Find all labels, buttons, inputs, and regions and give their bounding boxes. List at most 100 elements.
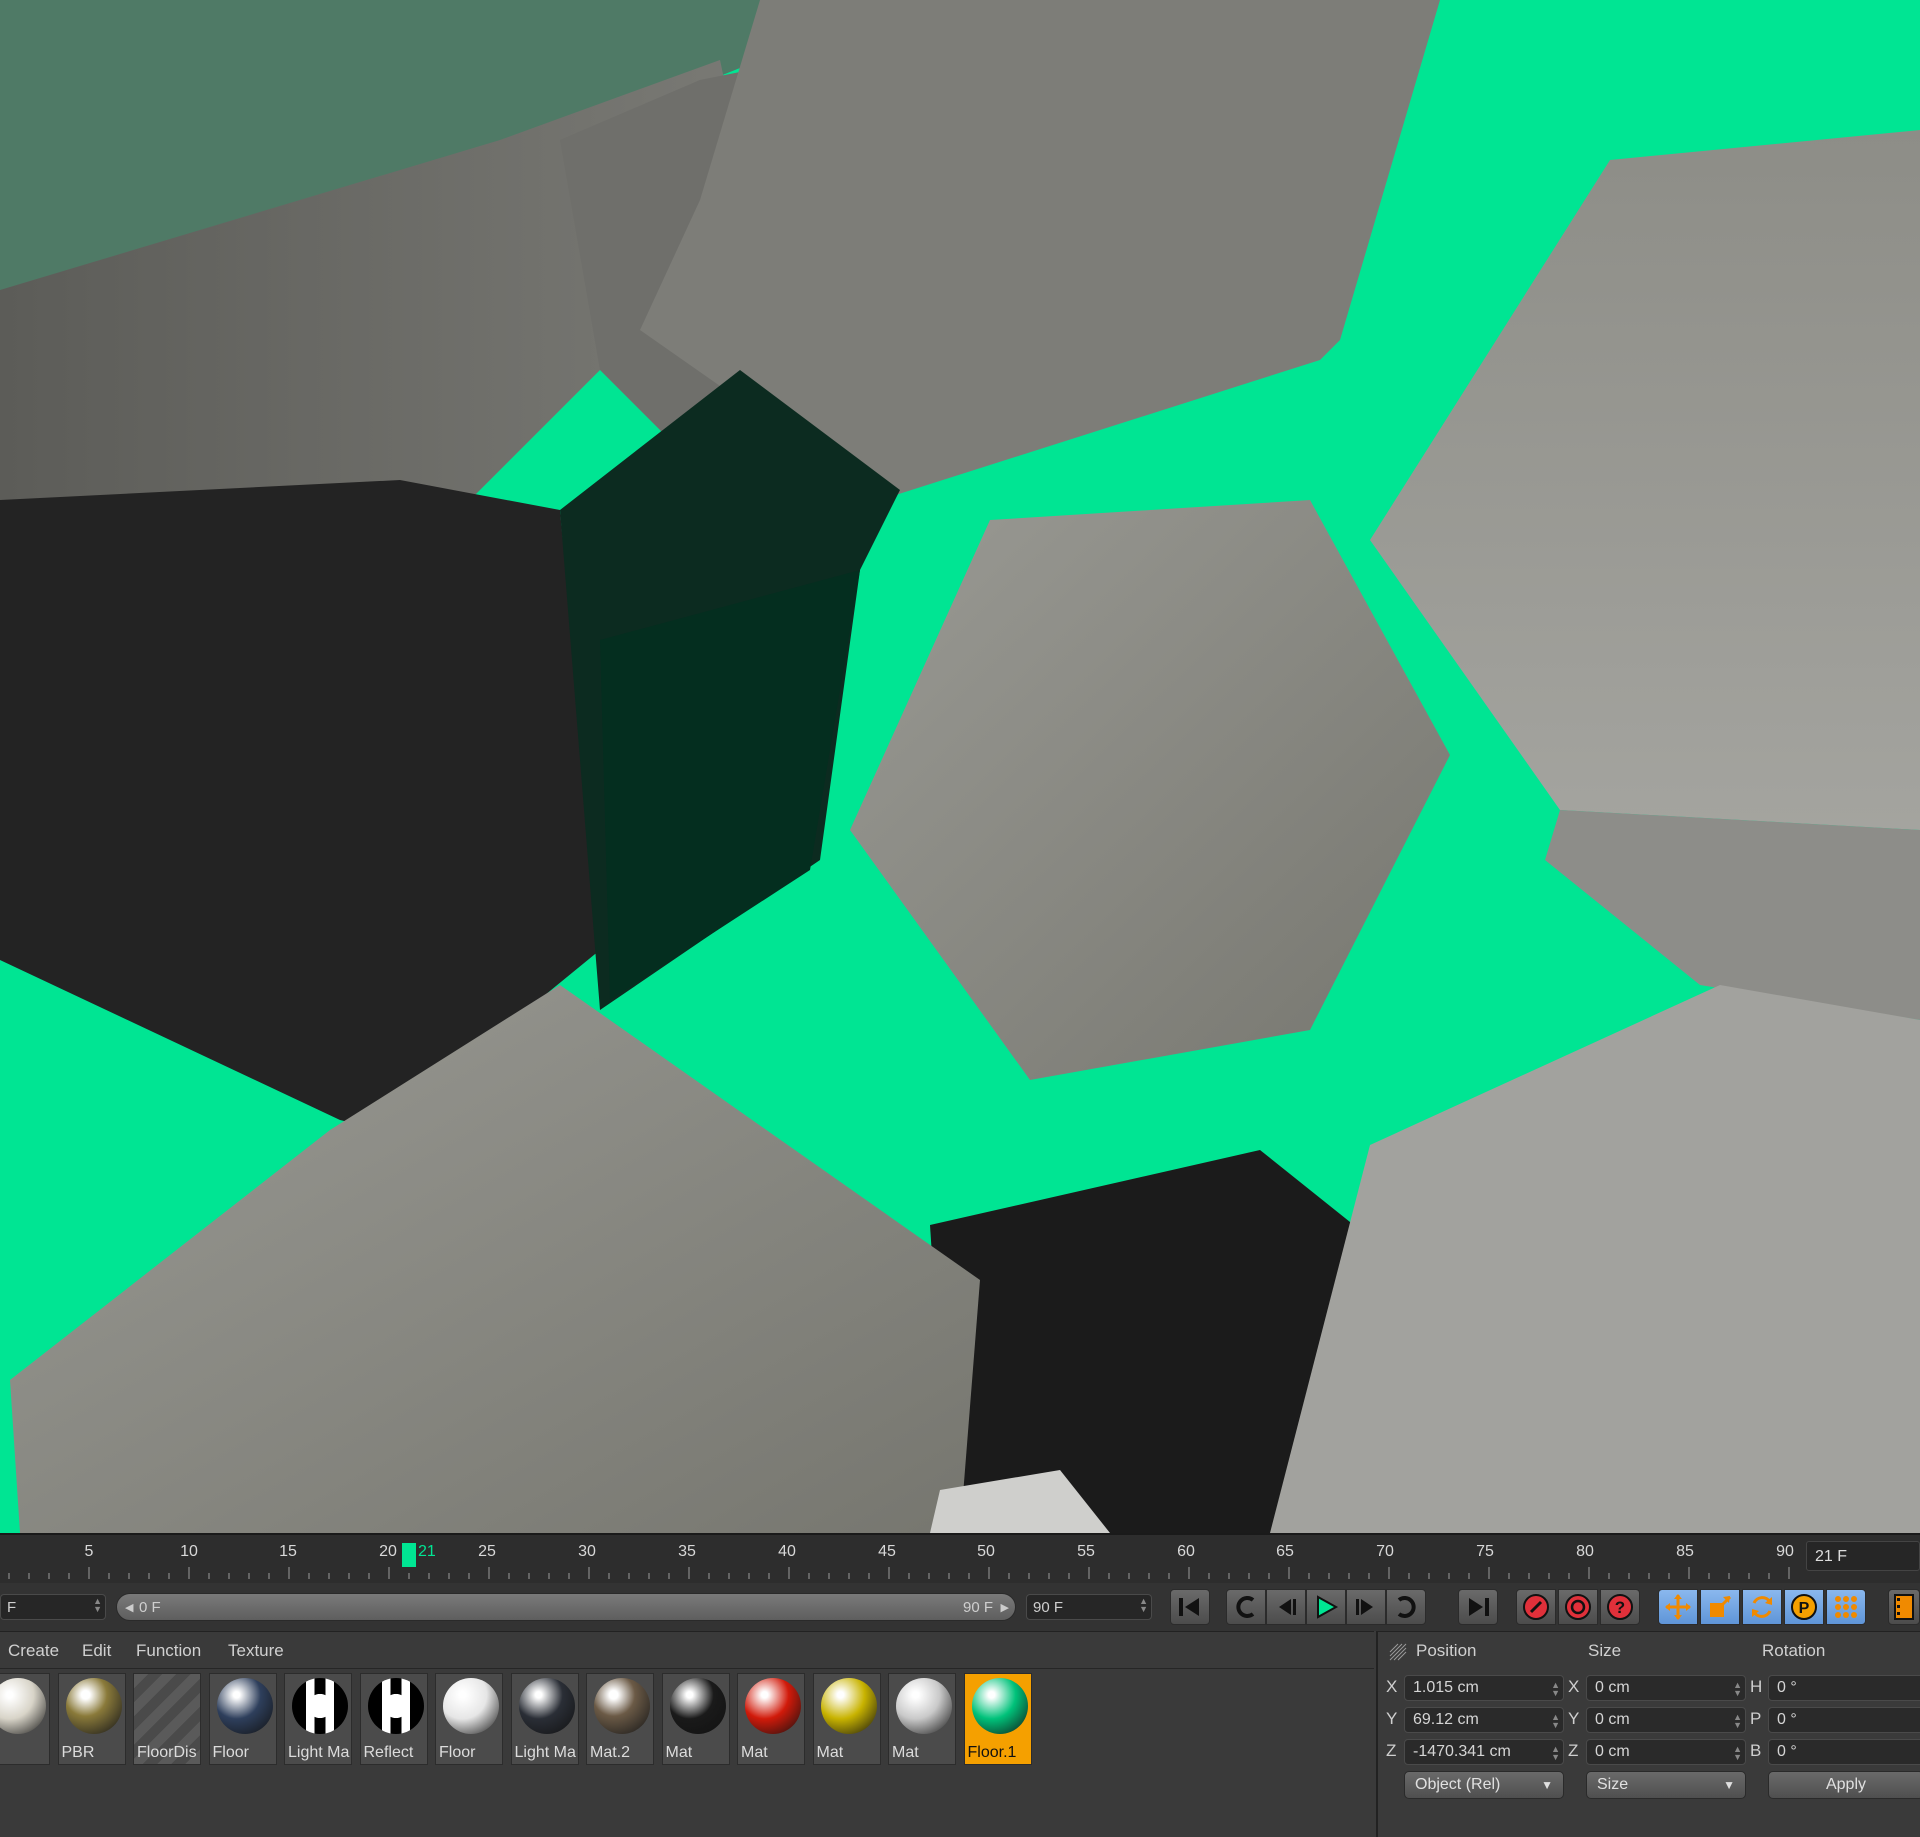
position-header: Position <box>1416 1641 1477 1660</box>
timeline-tick-label: 55 <box>1077 1543 1095 1560</box>
goto-end-button[interactable] <box>1458 1589 1498 1625</box>
bottom-right-block <box>1270 985 1920 1533</box>
current-frame-field[interactable]: 21 F <box>1806 1541 1920 1571</box>
rotation-track-button[interactable] <box>1742 1589 1782 1625</box>
material-label: FloorDis <box>137 1744 197 1761</box>
end-frame-field[interactable]: 90 F ▲ ▼ <box>1026 1594 1152 1620</box>
prev-key-button[interactable] <box>1226 1589 1266 1625</box>
start-frame-field[interactable]: F ▲ ▼ <box>0 1594 106 1620</box>
chevron-down-icon: ▼ <box>1723 1778 1735 1792</box>
next-frame-button[interactable] <box>1346 1589 1386 1625</box>
play-button[interactable] <box>1306 1589 1346 1625</box>
timeline-tick-label: 35 <box>678 1543 696 1560</box>
coordinate-mode-value: Object (Rel) <box>1415 1776 1501 1793</box>
position-z-field[interactable]: -1470.341 cm ▲ ▼ <box>1404 1739 1564 1765</box>
material-swatch[interactable]: Mat <box>812 1673 881 1765</box>
range-end-label: 90 F <box>962 1599 993 1616</box>
frame-range-slider[interactable]: ◀ 0 F 90 F ▶ <box>116 1593 1016 1621</box>
material-swatch[interactable]: Light Ma <box>510 1673 579 1765</box>
material-swatch[interactable]: Mat.2 <box>586 1673 654 1765</box>
menu-texture[interactable]: Texture <box>228 1641 284 1661</box>
size-mode-dropdown[interactable]: Size ▼ <box>1586 1771 1746 1799</box>
position-track-button[interactable] <box>1658 1589 1698 1625</box>
position-z-spinner[interactable]: ▲ ▼ <box>1551 1745 1560 1762</box>
prev-frame-button[interactable] <box>1266 1589 1306 1625</box>
grip-icon <box>1389 1643 1407 1661</box>
menu-function[interactable]: Function <box>136 1641 201 1661</box>
start-frame-value: F <box>7 1599 17 1616</box>
prev-frame-icon <box>1279 1599 1296 1615</box>
size-z-label: Z <box>1568 1741 1579 1760</box>
next-key-icon <box>1397 1596 1416 1618</box>
apply-button[interactable]: Apply <box>1768 1771 1920 1799</box>
range-left-arrow[interactable]: ◀ <box>125 1601 133 1614</box>
material-label: Mat <box>816 1744 844 1761</box>
scale-track-button[interactable] <box>1700 1589 1740 1625</box>
material-preview-sphere <box>292 1678 348 1734</box>
next-key-button[interactable] <box>1386 1589 1426 1625</box>
rotation-p-field[interactable]: 0 ° <box>1768 1707 1920 1733</box>
playhead[interactable] <box>402 1543 416 1567</box>
rotation-b-field[interactable]: 0 ° <box>1768 1739 1920 1765</box>
material-preview-sphere <box>896 1678 952 1734</box>
coordinate-mode-dropdown[interactable]: Object (Rel) ▼ <box>1404 1771 1564 1799</box>
timeline-ruler[interactable]: 5 10 15 20 25 30 35 40 45 50 55 60 65 70 75 80 85 90 <box>0 1535 1800 1585</box>
end-frame-spinner[interactable]: ▲ ▼ <box>1139 1597 1148 1614</box>
material-swatch[interactable]: FloorDis <box>133 1673 201 1765</box>
material-preview-sphere <box>745 1678 801 1734</box>
bottom-left-hexagon <box>10 985 980 1533</box>
point-level-button[interactable] <box>1826 1589 1866 1625</box>
material-swatch[interactable]: Mat <box>888 1673 956 1765</box>
material-swatch[interactable]: .1 <box>0 1673 50 1765</box>
menu-edit[interactable]: Edit <box>82 1641 111 1661</box>
rotation-p-value: 0 ° <box>1777 1711 1797 1728</box>
position-y-spinner[interactable]: ▲ ▼ <box>1551 1713 1560 1730</box>
size-z-spinner[interactable]: ▲ ▼ <box>1733 1745 1742 1762</box>
record-keys-button[interactable] <box>1516 1589 1556 1625</box>
viewport-3d[interactable] <box>0 0 1920 1533</box>
material-preview-sphere <box>971 1678 1028 1734</box>
autokey-button[interactable] <box>1558 1589 1598 1625</box>
parameter-track-button[interactable]: P <box>1784 1589 1824 1625</box>
timeline-tick-label: 70 <box>1376 1543 1394 1560</box>
rotation-h-field[interactable]: 0 ° <box>1768 1675 1920 1701</box>
material-swatch[interactable]: Mat <box>737 1673 805 1765</box>
right-hexagon <box>1370 130 1920 830</box>
material-swatch[interactable]: PBR <box>57 1673 126 1765</box>
size-z-field[interactable]: 0 cm ▲ ▼ <box>1586 1739 1746 1765</box>
ruler-ticks <box>8 1567 1790 1579</box>
play-icon <box>1317 1595 1339 1619</box>
goto-start-button[interactable] <box>1170 1589 1210 1625</box>
size-x-field[interactable]: 0 cm ▲ ▼ <box>1586 1675 1746 1701</box>
timeline-tick-label: 10 <box>180 1543 198 1560</box>
timeline-tick-label: 45 <box>878 1543 896 1560</box>
question-icon: ? <box>1607 1594 1633 1620</box>
timeline-window-button[interactable] <box>1888 1589 1920 1625</box>
material-swatch[interactable]: Floor <box>435 1673 503 1765</box>
material-label: Mat <box>892 1744 919 1761</box>
timeline[interactable]: 5 10 15 20 25 30 35 40 45 50 55 60 65 70 75 80 85 90 21 2… <box>0 1533 1920 1585</box>
size-y-field[interactable]: 0 cm ▲ ▼ <box>1586 1707 1746 1733</box>
start-frame-spinner[interactable]: ▲ ▼ <box>93 1597 102 1614</box>
prev-key-icon <box>1236 1596 1255 1618</box>
material-swatch[interactable]: Floor.1 <box>963 1673 1032 1765</box>
range-right-arrow[interactable]: ▶ <box>1001 1601 1009 1614</box>
rotation-p-label: P <box>1750 1709 1762 1728</box>
position-y-field[interactable]: 69.12 cm ▲ ▼ <box>1404 1707 1564 1733</box>
size-x-spinner[interactable]: ▲ ▼ <box>1733 1681 1742 1698</box>
material-swatch[interactable]: Reflect <box>359 1673 428 1765</box>
timeline-tick-label: 15 <box>279 1543 297 1560</box>
material-swatch[interactable]: Mat <box>661 1673 730 1765</box>
timeline-tick-label: 75 <box>1476 1543 1494 1560</box>
size-y-spinner[interactable]: ▲ ▼ <box>1733 1713 1742 1730</box>
material-swatch[interactable]: Floor <box>208 1673 277 1765</box>
material-preview-sphere <box>594 1678 650 1734</box>
timeline-tick-label: 20 <box>379 1543 397 1560</box>
menu-create[interactable]: Create <box>8 1641 59 1661</box>
material-swatch[interactable]: Light Ma <box>284 1673 352 1765</box>
position-x-field[interactable]: 1.015 cm ▲ ▼ <box>1404 1675 1564 1701</box>
position-x-spinner[interactable]: ▲ ▼ <box>1551 1681 1560 1698</box>
move-icon <box>1665 1594 1691 1620</box>
material-label: PBR <box>61 1744 95 1761</box>
keyframe-selection-button[interactable]: ? <box>1600 1589 1640 1625</box>
